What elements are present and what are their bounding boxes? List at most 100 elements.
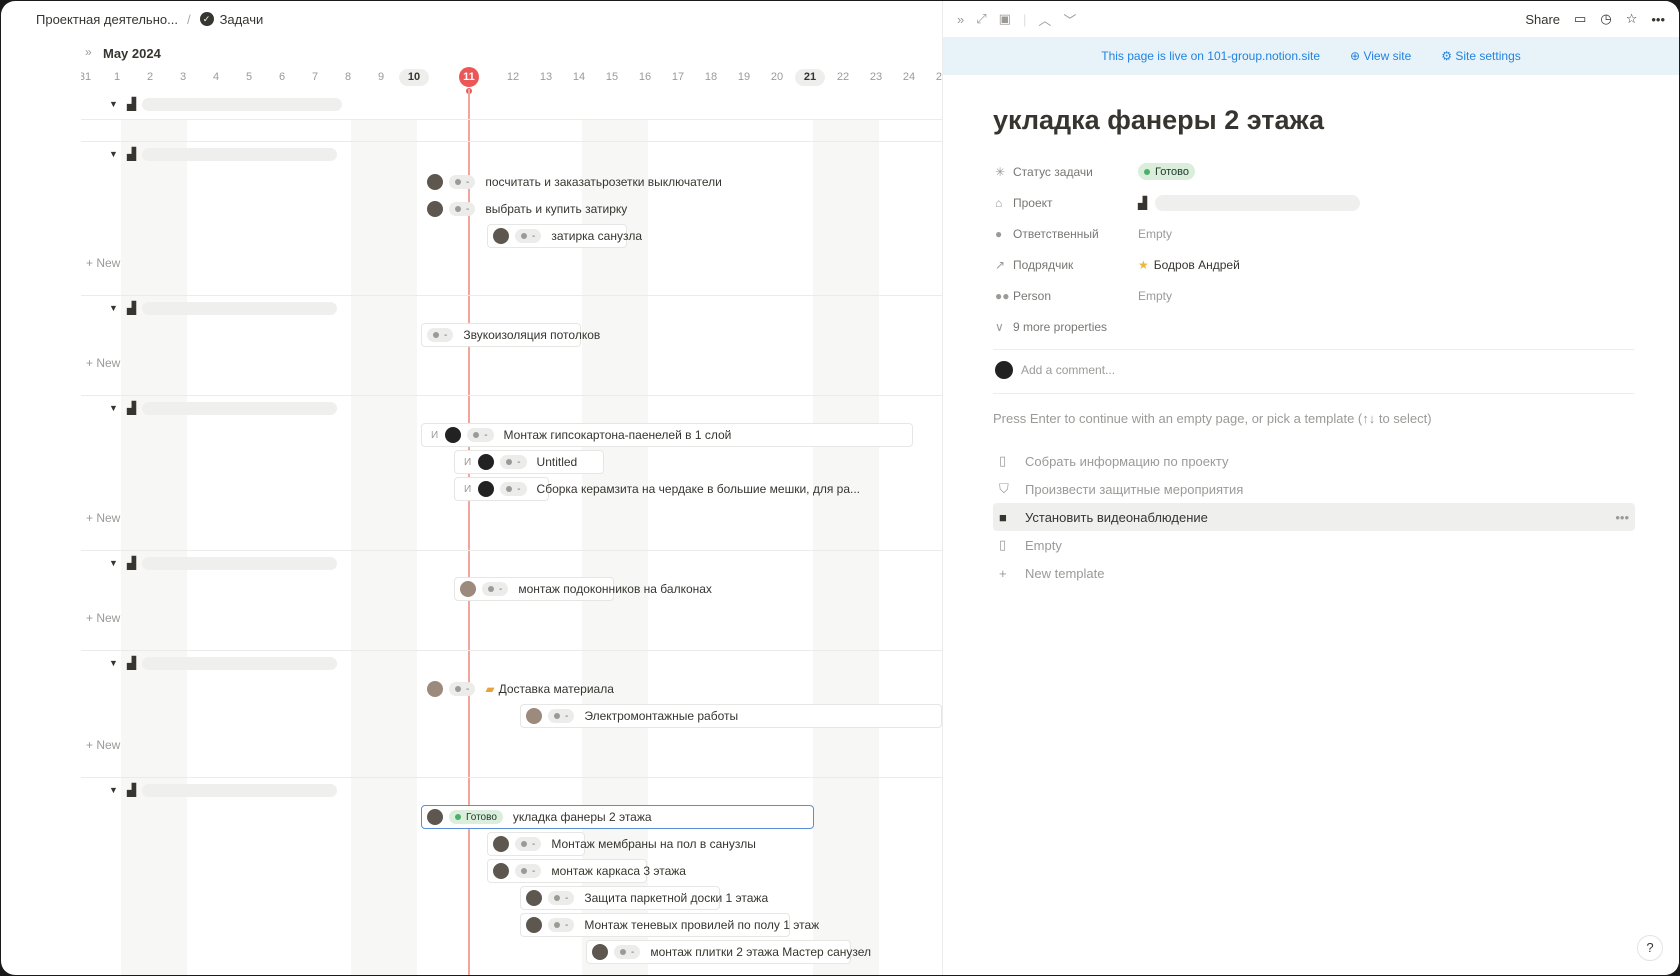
star-icon: ★ xyxy=(1138,257,1149,272)
new-task-button[interactable]: + New xyxy=(86,356,120,370)
new-task-button[interactable]: + New xyxy=(86,738,120,752)
date-cell: 12 xyxy=(506,71,520,83)
property-responsible[interactable]: ● Ответственный Empty xyxy=(995,218,1635,249)
property-status[interactable]: ✳ Статус задачи Готово xyxy=(995,156,1635,187)
check-circle-icon: ✓ xyxy=(199,12,214,26)
date-cell: 18 xyxy=(704,71,718,83)
new-task-button[interactable]: + New xyxy=(86,511,120,525)
task-bar[interactable]: - ▰ Доставка материала xyxy=(421,677,615,701)
expand-icon[interactable]: ⤢ xyxy=(976,11,986,27)
building-icon: ▟ xyxy=(127,656,137,670)
task-bar[interactable]: - монтаж подоконников на балконах xyxy=(454,577,712,601)
task-bar[interactable]: И - Монтаж гипсокартона-паенелей в 1 сло… xyxy=(421,423,913,447)
task-bar[interactable]: - Звукоизоляция потолков xyxy=(421,323,600,347)
breadcrumb-project[interactable]: Проектная деятельно... xyxy=(36,12,178,27)
template-hint: Press Enter to continue with an empty pa… xyxy=(993,411,1432,426)
group-header[interactable]: ▼ ▟ xyxy=(109,301,338,315)
date-cell: 14 xyxy=(572,71,586,83)
group-header[interactable]: ▼ ▟ xyxy=(109,556,338,570)
task-bar[interactable]: - монтаж плитки 2 этажа Мастер санузел xyxy=(586,940,871,964)
more-properties-toggle[interactable]: ∨ 9 more properties xyxy=(995,311,1635,342)
home-icon: ⌂ xyxy=(995,195,1003,210)
template-item[interactable]: ⛉ Произвести защитные мероприятия xyxy=(993,475,1635,503)
share-button[interactable]: Share xyxy=(1525,12,1560,27)
status-badge: Готово xyxy=(1138,163,1195,180)
group-title-placeholder xyxy=(142,97,343,111)
task-bar[interactable]: - Монтаж мембраны на пол в санузлы xyxy=(487,832,756,856)
task-bar[interactable]: - Монтаж теневых провилей по полу 1 этаж xyxy=(520,913,819,937)
collapse-triangle-icon[interactable]: ▼ xyxy=(109,403,121,413)
divider: | xyxy=(1022,11,1027,27)
task-bar[interactable]: - монтаж каркаса 3 этажа xyxy=(487,859,686,883)
task-bar[interactable]: - Электромонтажные работы xyxy=(520,704,942,728)
arrow-up-right-icon: ↗ xyxy=(995,257,1006,272)
collapse-triangle-icon[interactable]: ▼ xyxy=(109,303,121,313)
group-header[interactable]: ▼ ▟ xyxy=(109,656,338,670)
date-cell: 20 xyxy=(770,71,784,83)
avatar xyxy=(427,681,443,697)
template-item-selected[interactable]: ■ Установить видеонаблюдение ••• xyxy=(993,503,1635,531)
close-peek-icon[interactable]: » xyxy=(957,12,964,27)
template-list: ▯ Собрать информацию по проекту ⛉ Произвес… xyxy=(993,447,1635,587)
status-pill: - xyxy=(449,202,476,216)
task-bar[interactable]: - выбрать и купить затирку xyxy=(421,197,628,221)
group-header[interactable]: ▼ ▟ xyxy=(109,783,338,797)
collapse-triangle-icon[interactable]: ▼ xyxy=(109,149,121,159)
project-placeholder xyxy=(1155,194,1361,211)
status-pill: - xyxy=(500,455,527,469)
group-title-placeholder xyxy=(142,556,338,570)
help-button[interactable]: ? xyxy=(1637,935,1663,961)
avatar xyxy=(526,708,542,724)
collapse-triangle-icon[interactable]: ▼ xyxy=(109,99,121,109)
date-cell: 2 xyxy=(146,71,154,83)
divider xyxy=(993,349,1634,350)
task-bar[interactable]: - затирка санузла xyxy=(487,224,642,248)
clock-icon[interactable]: ◷ xyxy=(1600,11,1611,27)
avatar xyxy=(478,481,495,497)
loader-icon: ✳ xyxy=(995,164,1006,179)
date-cell: 23 xyxy=(869,71,883,83)
collapse-triangle-icon[interactable]: ▼ xyxy=(109,558,121,568)
new-template-button[interactable]: + New template xyxy=(993,559,1635,587)
status-pill: - xyxy=(548,709,575,723)
collapse-triangle-icon[interactable]: ▼ xyxy=(109,785,121,795)
view-site-link[interactable]: ⊕ View site xyxy=(1350,49,1411,63)
comment-input[interactable]: Add a comment... xyxy=(995,361,1115,379)
breadcrumb-page[interactable]: Задачи xyxy=(220,12,264,27)
comment-icon[interactable]: ▭ xyxy=(1574,11,1586,27)
new-task-button[interactable]: + New xyxy=(86,611,120,625)
avatar xyxy=(478,454,495,470)
avatar xyxy=(592,944,608,960)
assignee-initial: И xyxy=(464,483,472,495)
collapse-triangle-icon[interactable]: ▼ xyxy=(109,658,121,668)
site-settings-link[interactable]: ⚙ Site settings xyxy=(1441,49,1520,63)
task-bar-selected[interactable]: Готово укладка фанеры 2 этажа xyxy=(421,805,814,829)
property-project[interactable]: ⌂ Проект ▟ xyxy=(995,187,1635,218)
group-header[interactable]: ▼ ▟ xyxy=(109,97,343,111)
star-icon[interactable]: ☆ xyxy=(1626,11,1638,27)
task-bar[interactable]: И - Сборка керамзита на чердаке в больши… xyxy=(454,477,860,501)
task-bar[interactable]: И - Untitled xyxy=(454,450,604,474)
task-bar[interactable]: - посчитать и заказатьрозетки выключател… xyxy=(421,170,723,194)
people-icon: ●● xyxy=(995,288,1010,303)
more-icon[interactable]: ••• xyxy=(1615,510,1629,525)
template-item[interactable]: ▯ Собрать информацию по проекту xyxy=(993,447,1635,475)
chevron-up-icon[interactable]: ︿ xyxy=(1038,10,1051,29)
date-cell: 10 xyxy=(399,69,429,86)
group-header[interactable]: ▼ ▟ xyxy=(109,401,338,415)
template-item[interactable]: ▯ Empty xyxy=(993,531,1635,559)
property-contractor[interactable]: ↗ Подрядчик ★ Бодров Андрей xyxy=(995,249,1635,280)
chevron-down-icon[interactable]: ﹀ xyxy=(1063,10,1076,29)
more-icon[interactable]: ••• xyxy=(1651,12,1665,27)
task-bar[interactable]: - Защита паркетной доски 1 этажа xyxy=(520,886,768,910)
expand-chevron-icon[interactable]: » xyxy=(85,45,92,59)
divider xyxy=(993,393,1634,394)
side-peek-icon[interactable]: ▣ xyxy=(999,11,1011,27)
group-header[interactable]: ▼ ▟ xyxy=(109,147,338,161)
new-task-button[interactable]: + New xyxy=(86,256,120,270)
chevron-down-icon: ∨ xyxy=(995,319,1004,334)
app-window: Проектная деятельно... / ✓ Задачи » May … xyxy=(1,1,1679,975)
property-person[interactable]: ●● Person Empty xyxy=(995,280,1635,311)
page-title[interactable]: укладка фанеры 2 этажа xyxy=(993,105,1324,136)
date-cell: 1 xyxy=(113,71,121,83)
